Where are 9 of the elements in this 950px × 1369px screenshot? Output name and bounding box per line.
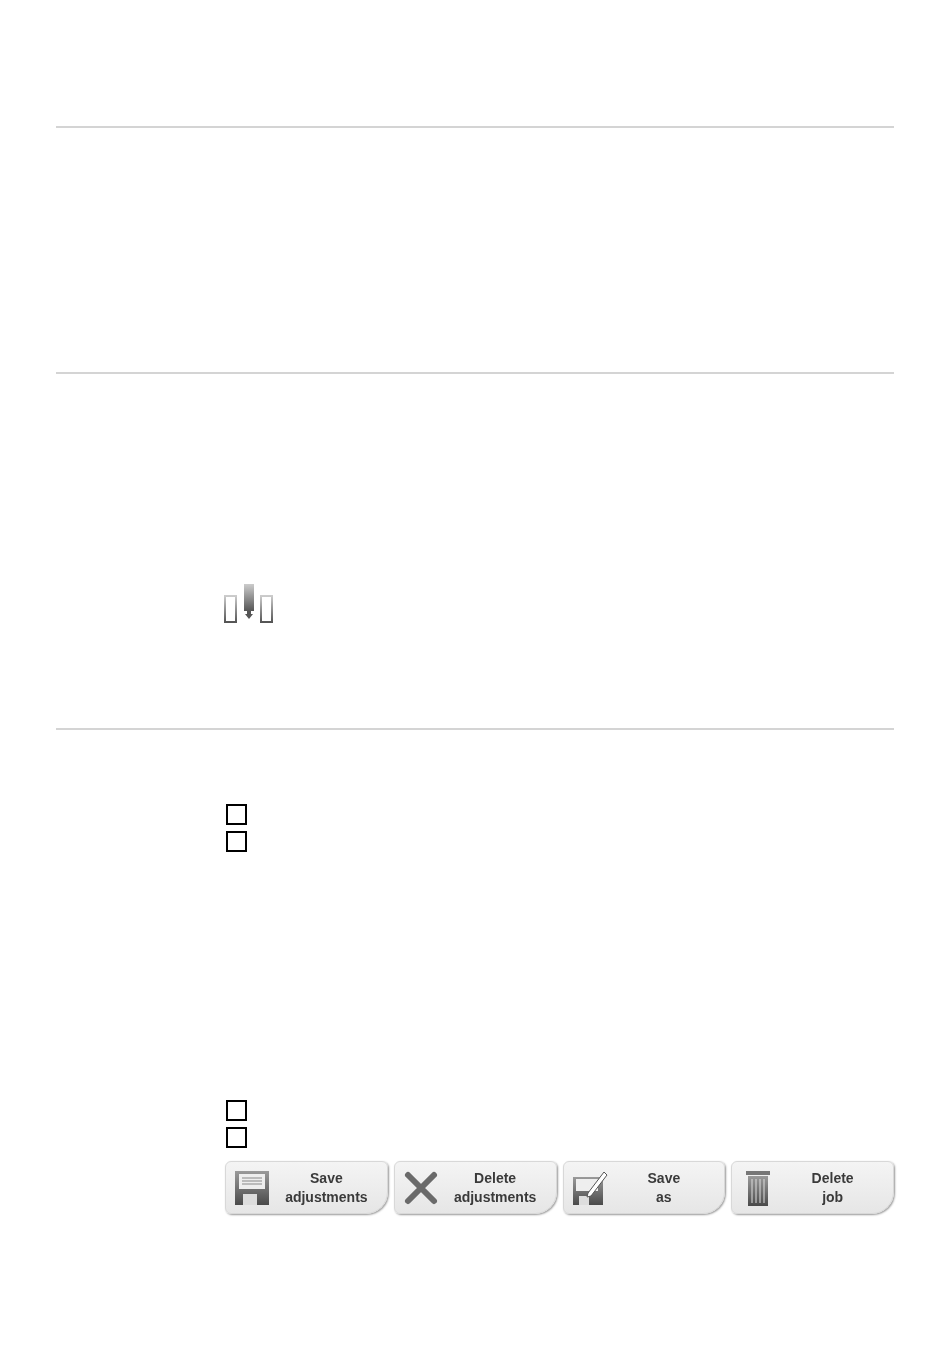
checkbox[interactable] [226, 1127, 247, 1148]
align-bottom-icon [224, 584, 274, 624]
checkbox[interactable] [226, 831, 247, 852]
checkbox[interactable] [226, 1100, 247, 1121]
save-button[interactable]: Save adjustments [225, 1161, 388, 1214]
trash-button[interactable]: Delete job [731, 1161, 894, 1214]
delete-button[interactable]: Delete adjustments [393, 1161, 557, 1214]
save-as-button[interactable]: Save as [562, 1161, 726, 1214]
checkbox[interactable] [226, 804, 247, 825]
